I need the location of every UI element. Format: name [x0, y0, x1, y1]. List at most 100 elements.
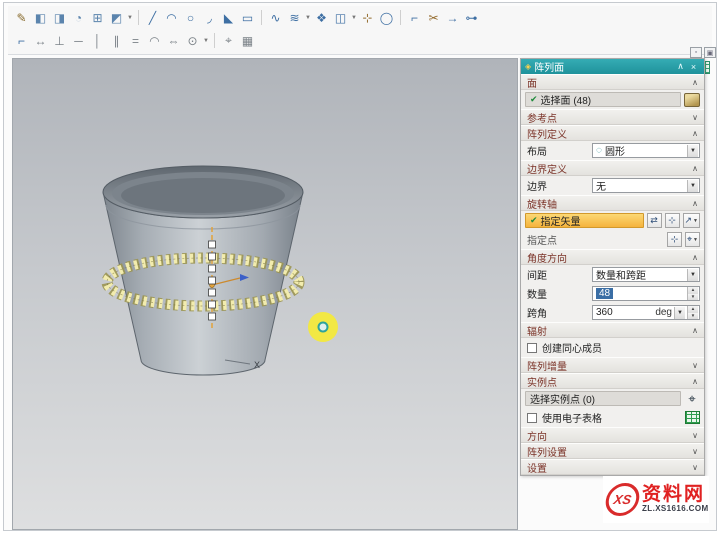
viewport-canvas[interactable]: X — [13, 59, 518, 530]
group-settings-label: 设置 — [527, 460, 547, 475]
group-face[interactable]: 面 ∧ — [521, 74, 704, 90]
constraints-caret[interactable]: ▼ — [202, 38, 210, 44]
ellipse-icon[interactable]: ◯ — [377, 9, 396, 26]
group-pattern-settings[interactable]: 阵列设置 ∨ — [521, 443, 704, 459]
select-face-field[interactable]: ✔ 选择面 (48) — [525, 92, 681, 107]
point-on-curve-icon[interactable]: ⊙ — [183, 32, 202, 49]
group-radiate[interactable]: 辐射 ∧ — [521, 322, 704, 338]
quick-extend-icon[interactable]: → — [443, 9, 462, 26]
equal-constraint-icon[interactable]: = — [126, 32, 145, 49]
group-orientation[interactable]: 方向 ∨ — [521, 427, 704, 443]
offset-curve-caret[interactable]: ▼ — [304, 15, 312, 21]
specify-vector-field[interactable]: ✔ 指定矢量 — [525, 213, 644, 228]
spinner-down-icon[interactable]: ▼ — [688, 313, 698, 320]
pattern-curve-icon[interactable]: ❖ — [312, 9, 331, 26]
group-angle-direction[interactable]: 角度方向 ∧ — [521, 249, 704, 265]
layout-dropdown[interactable]: ◌ 圆形 ▼ — [592, 143, 700, 158]
span-angle-spinner[interactable]: ▲ ▼ — [687, 306, 698, 319]
datum-plane-icon[interactable]: ◧ — [31, 9, 50, 26]
group-instance-points[interactable]: 实例点 ∧ — [521, 373, 704, 389]
edge-blend-icon[interactable]: ◩ — [107, 9, 126, 26]
point-constructor-icon[interactable]: ⌖ — [684, 391, 700, 407]
caret-down-icon[interactable]: ▼ — [687, 180, 698, 192]
make-corner-icon[interactable]: ⌐ — [405, 9, 424, 26]
inferred-dimensions-icon[interactable]: ↔ — [31, 32, 50, 49]
vector-type-dropdown[interactable]: ↗ ▼ — [683, 213, 701, 228]
geometric-constraints-icon[interactable]: ⊥ — [50, 32, 69, 49]
spacing-dropdown[interactable]: 数量和跨距 ▼ — [592, 267, 700, 282]
caret-down-icon: ▼ — [693, 218, 698, 224]
mirror-curve-caret[interactable]: ▼ — [350, 15, 358, 21]
toolbar-separator — [214, 33, 215, 48]
span-angle-input[interactable]: 360 deg ▼ ▲ ▼ — [592, 305, 700, 320]
group-pattern-increment[interactable]: 阵列增量 ∨ — [521, 357, 704, 373]
vector-dialog-button[interactable]: ⊹ — [665, 213, 680, 228]
use-spreadsheet-checkbox[interactable] — [527, 413, 537, 423]
spinner-down-icon[interactable]: ▼ — [688, 294, 698, 301]
point-dialog-button[interactable]: ⊹ — [667, 232, 682, 247]
horizontal-constraint-icon[interactable]: ─ — [69, 32, 88, 49]
more-features-caret[interactable]: ▼ — [126, 15, 134, 21]
caret-down-icon[interactable]: ▼ — [687, 269, 698, 281]
quick-trim-icon[interactable]: ✂ — [424, 9, 443, 26]
profile-icon[interactable]: ⌐ — [12, 32, 31, 49]
point-type-dropdown[interactable]: ⌖ ▼ — [685, 232, 700, 247]
rectangle-icon[interactable]: ▭ — [238, 9, 257, 26]
edit-spreadsheet-icon[interactable] — [685, 411, 700, 424]
revolve-icon[interactable]: ◔ — [69, 9, 88, 26]
axis-handles[interactable] — [209, 241, 216, 320]
spacing-value: 数量和跨距 — [596, 267, 684, 282]
caret-down-icon[interactable]: ▼ — [687, 145, 698, 157]
arc-icon[interactable]: ◠ — [162, 9, 181, 26]
concentric-members-checkbox[interactable] — [527, 343, 537, 353]
dialog-titlebar[interactable]: ◈ 阵列面 ∧ × — [521, 59, 704, 74]
extrude-icon[interactable]: ◨ — [50, 9, 69, 26]
line-icon[interactable]: ╱ — [143, 9, 162, 26]
count-spinner[interactable]: ▲ ▼ — [687, 287, 698, 300]
count-input[interactable]: 48 ▲ ▼ — [592, 286, 700, 301]
pin-dialog-icon[interactable]: ▣ — [704, 47, 716, 58]
span-angle-value: 360 — [596, 307, 613, 318]
boundary-dropdown[interactable]: 无 ▼ — [592, 178, 700, 193]
studio-spline-icon[interactable]: ∿ — [266, 9, 285, 26]
snap-point-icon[interactable]: ⌖ — [219, 32, 238, 49]
group-boundary-definition[interactable]: 边界定义 ∧ — [521, 160, 704, 176]
layout-label: 布局 — [525, 143, 589, 158]
direct-sketch-icon[interactable]: ✎ — [12, 9, 31, 26]
group-settings[interactable]: 设置 ∨ — [521, 459, 704, 475]
offset-curve-icon[interactable]: ≋ — [285, 9, 304, 26]
check-icon: ✔ — [530, 215, 538, 226]
toolbar-row-1: ✎◧◨◔⊞◩▼╱◠○◞◣▭∿≋▼❖◫▼⊹◯⌐✂→⊶ — [8, 6, 712, 29]
chevron-down-icon: ∨ — [692, 113, 698, 122]
restore-window-icon[interactable]: ▫ — [690, 47, 702, 58]
unite-icon[interactable]: ⊞ — [88, 9, 107, 26]
pattern-face-dialog: ◈ 阵列面 ∧ × 面 ∧ ✔ 选择面 (48) 参考点 ∨ 阵列定义 ∧ 布局 — [520, 58, 705, 476]
chevron-up-icon: ∧ — [692, 326, 698, 335]
chevron-up-icon: ∧ — [692, 377, 698, 386]
dialog-collapse-button[interactable]: ∧ — [674, 61, 687, 72]
mirror-curve-icon[interactable]: ◫ — [331, 9, 350, 26]
vertical-constraint-icon[interactable]: │ — [88, 32, 107, 49]
fillet-icon[interactable]: ◞ — [200, 9, 219, 26]
chamfer-icon[interactable]: ◣ — [219, 9, 238, 26]
reverse-vector-button[interactable]: ⇄ — [647, 213, 662, 228]
dialog-close-button[interactable]: × — [687, 62, 700, 72]
project-curve-icon[interactable]: ⊶ — [462, 9, 481, 26]
chevron-up-icon: ∧ — [692, 164, 698, 173]
group-pattern-definition-label: 阵列定义 — [527, 126, 567, 141]
face-rule-icon[interactable] — [684, 93, 700, 107]
caret-down-icon: ▼ — [693, 237, 698, 243]
select-instance-points-field[interactable]: 选择实例点 (0) — [525, 391, 681, 406]
group-rotation-axis[interactable]: 旋转轴 ∧ — [521, 195, 704, 211]
symmetry-constraint-icon[interactable]: ⇔ — [164, 32, 183, 49]
circle-icon[interactable]: ○ — [181, 9, 200, 26]
3d-viewport[interactable]: X — [12, 58, 518, 530]
bucket-model[interactable] — [103, 192, 303, 375]
grid-icon[interactable]: ▦ — [238, 32, 257, 49]
point-icon[interactable]: ⊹ — [358, 9, 377, 26]
group-pattern-definition[interactable]: 阵列定义 ∧ — [521, 125, 704, 141]
unit-dropdown-caret[interactable]: ▼ — [674, 307, 685, 319]
parallel-constraint-icon[interactable]: ∥ — [107, 32, 126, 49]
group-reference-point[interactable]: 参考点 ∨ — [521, 109, 704, 125]
tangent-constraint-icon[interactable]: ◠ — [145, 32, 164, 49]
